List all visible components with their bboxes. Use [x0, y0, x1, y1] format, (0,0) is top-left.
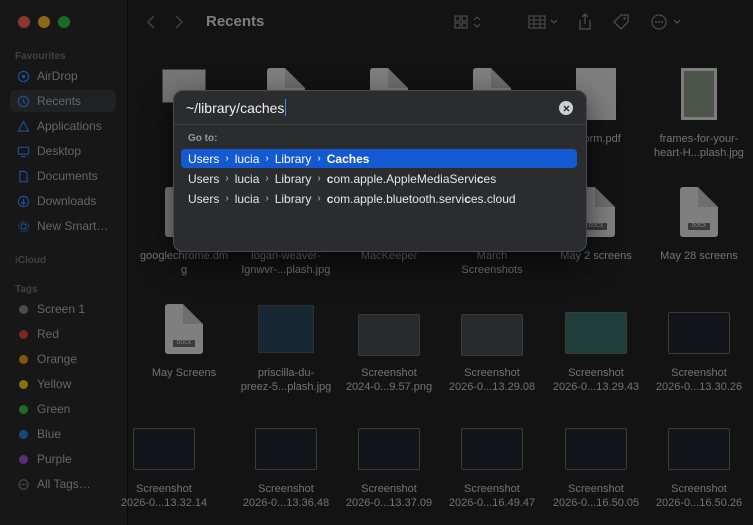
path-segment: com.apple.AppleMediaServices — [326, 171, 497, 186]
chevron-right-icon: › — [317, 193, 321, 204]
path-segment: com.apple.bluetooth.services.cloud — [326, 191, 516, 206]
chevron-right-icon: › — [265, 173, 269, 184]
path-input[interactable]: ~/library/caches — [186, 99, 287, 116]
path-segment: Users — [188, 151, 220, 166]
finder-window: Favourites AirDrop Recents Applications … — [0, 0, 753, 525]
path-segment: Library — [274, 191, 312, 206]
path-segment: Users — [188, 191, 220, 206]
path-segment-match: Caches — [326, 151, 370, 166]
path-segment: lucia — [234, 191, 260, 206]
clear-input-button[interactable] — [559, 101, 573, 115]
chevron-right-icon: › — [317, 153, 321, 164]
chevron-right-icon: › — [225, 153, 229, 164]
chevron-right-icon: › — [225, 173, 229, 184]
chevron-right-icon: › — [317, 173, 321, 184]
path-segment: lucia — [234, 171, 260, 186]
divider — [174, 124, 586, 125]
go-to-folder-dialog: ~/library/caches Go to: Users › lucia › … — [173, 90, 587, 252]
close-icon — [563, 105, 569, 111]
chevron-right-icon: › — [225, 193, 229, 204]
chevron-right-icon: › — [265, 193, 269, 204]
path-segment: Users — [188, 171, 220, 186]
path-input-value: ~/library/caches — [186, 99, 285, 116]
go-to-label: Go to: — [188, 133, 218, 144]
suggestion-item[interactable]: Users › lucia › Library › com.apple.blue… — [181, 189, 577, 208]
suggestion-item[interactable]: Users › lucia › Library › Caches — [181, 149, 577, 168]
path-segment: Library — [274, 151, 312, 166]
suggestion-item[interactable]: Users › lucia › Library › com.apple.Appl… — [181, 169, 577, 188]
chevron-right-icon: › — [265, 153, 269, 164]
text-caret — [285, 99, 287, 116]
path-segment: Library — [274, 171, 312, 186]
modal-backdrop — [0, 0, 753, 525]
path-segment: lucia — [234, 151, 260, 166]
